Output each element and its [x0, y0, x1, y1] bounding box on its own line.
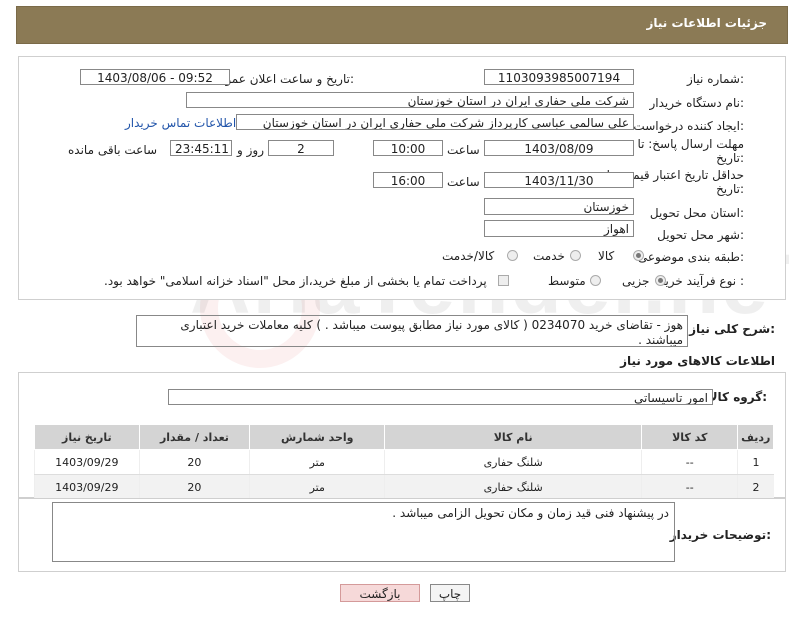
cell-item-name: شلنگ حفاری [384, 449, 642, 475]
deadline-label: مهلت ارسال پاسخ: تا [637, 137, 744, 151]
category-service-radio[interactable] [570, 250, 581, 261]
purchase-minor-radio[interactable] [655, 275, 666, 286]
description-label: شرح کلی نیاز: [689, 322, 775, 336]
days-label: روز و [237, 143, 264, 157]
purchase-medium-label: متوسط [548, 274, 586, 288]
col-need-date: تاریخ نیاز [34, 424, 140, 450]
table-row: 1 -- شلنگ حفاری متر 20 1403/09/29 [34, 449, 774, 475]
validity-time-label: ساعت [447, 175, 480, 189]
cell-unit: متر [249, 474, 385, 500]
treasury-payment-checkbox[interactable] [498, 275, 509, 286]
cell-item-name: شلنگ حفاری [384, 474, 642, 500]
col-item-name: نام کالا [384, 424, 643, 450]
province-field: خوزستان [484, 198, 634, 215]
print-button[interactable]: چاپ [430, 584, 470, 602]
treasury-payment-note: پرداخت تمام یا بخشی از مبلغ خرید،از محل … [104, 274, 487, 288]
need-number-label: شماره نیاز: [686, 72, 744, 86]
deadline-time-field: 10:00 [373, 140, 443, 156]
col-item-code: کد کالا [641, 424, 739, 450]
announce-datetime-label: تاریخ و ساعت اعلان عمومی: [209, 72, 354, 86]
announce-datetime-field: 1403/08/06 - 09:52 [80, 69, 230, 85]
description-textarea[interactable]: هوز - تقاضای خرید 0234070 ( کالای مورد ن… [136, 315, 688, 347]
buyer-notes-textarea[interactable]: در پیشنهاد فنی قید زمان و مکان تحویل الز… [52, 502, 675, 562]
col-unit: واحد شمارش [249, 424, 386, 450]
cell-need-date: 1403/09/29 [34, 474, 140, 500]
purchase-medium-radio[interactable] [590, 275, 601, 286]
page-header: جزئیات اطلاعات نیاز [16, 6, 788, 44]
remaining-time-label: ساعت باقی مانده [68, 143, 158, 157]
province-label: استان محل تحویل: [649, 206, 744, 220]
col-row-number: ردیف [737, 424, 774, 450]
cell-item-code: -- [641, 474, 738, 500]
validity-date-label: تاریخ: [716, 182, 744, 196]
goods-table-header: ردیف کد کالا نام کالا واحد شمارش تعداد /… [34, 424, 774, 450]
buyer-org-label: نام دستگاه خریدار: [649, 96, 745, 110]
cell-quantity: 20 [138, 474, 250, 500]
table-row: 2 -- شلنگ حفاری متر 20 1403/09/29 [34, 474, 774, 500]
category-goods-radio[interactable] [633, 250, 644, 261]
goods-group-field: امور تاسیساتی [168, 389, 713, 405]
city-field: اهواز [484, 220, 634, 237]
category-goods-label: کالا [598, 249, 615, 263]
cell-unit: متر [249, 449, 385, 475]
deadline-date-label: تاریخ: [716, 151, 744, 165]
category-goods-service-radio[interactable] [507, 250, 518, 261]
buyer-notes-label: توضیحات خریدار: [669, 528, 771, 542]
need-number-field: 1103093985007194 [484, 69, 634, 85]
purchase-type-label: نوع فرآیند خرید : [659, 274, 744, 288]
creator-field: علي سالمي عباسي كارپرداز شركت ملي حفاري … [236, 114, 634, 130]
remaining-days-field: 2 [268, 140, 334, 156]
cell-row-number: 1 [737, 449, 774, 475]
purchase-minor-label: جزیی [622, 274, 650, 288]
cell-row-number: 2 [737, 474, 774, 500]
goods-table: ردیف کد کالا نام کالا واحد شمارش تعداد /… [34, 424, 774, 500]
category-goods-service-label: کالا/خدمت [442, 249, 495, 263]
deadline-date-field: 1403/08/09 [484, 140, 634, 156]
validity-time-field: 16:00 [373, 172, 443, 188]
buyer-contact-link[interactable]: اطلاعات تماس خریدار [125, 116, 236, 130]
city-label: شهر محل تحویل: [657, 228, 744, 242]
validity-date-field: 1403/11/30 [484, 172, 634, 188]
cell-quantity: 20 [138, 449, 250, 475]
deadline-time-label: ساعت [447, 143, 480, 157]
buyer-org-field: شرکت ملی حفاری ایران در استان خوزستان [186, 92, 634, 108]
category-label: طبقه بندی موضوعی: [637, 250, 744, 264]
goods-section-title: اطلاعات کالاهای مورد نیاز [620, 354, 775, 368]
category-service-label: خدمت [533, 249, 565, 263]
col-quantity: تعداد / مقدار [138, 424, 251, 450]
page-title: جزئیات اطلاعات نیاز [646, 16, 767, 30]
back-button[interactable]: بازگشت [340, 584, 420, 602]
remaining-time-field: 23:45:11 [170, 140, 232, 156]
cell-item-code: -- [641, 449, 738, 475]
cell-need-date: 1403/09/29 [34, 449, 140, 475]
goods-group-label: گروه کالا: [708, 390, 767, 404]
creator-label: ایجاد کننده درخواست: [633, 119, 744, 133]
